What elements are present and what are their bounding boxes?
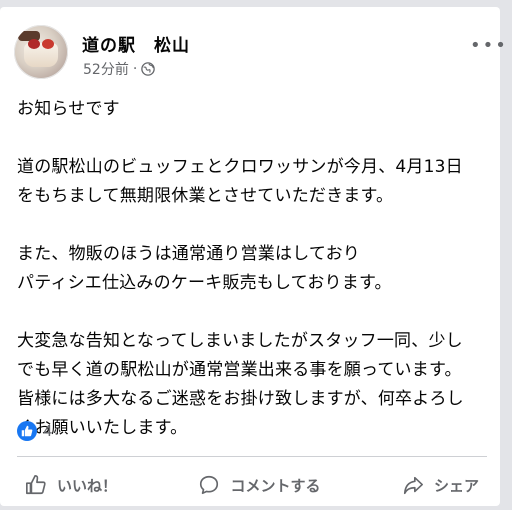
post-paragraph: お知らせです [17,99,120,119]
comment-icon [198,474,220,496]
post-body: お知らせです 道の駅松山のビュッフェとクロワッサンが今月、4月13日 をもちまし… [17,95,487,443]
action-bar: いいね！ コメントする シェア [17,465,487,505]
post-paragraph [17,298,487,327]
post-paragraph: 道の駅松山のビュッフェとクロワッサンが今月、4月13日 をもちまして無期限休業と… [17,157,463,206]
like-button[interactable]: いいね！ [17,470,125,500]
post-paragraph [17,211,487,240]
divider [17,456,487,457]
more-icon[interactable]: ••• [470,37,508,55]
post-time[interactable]: 52分前 [83,59,129,79]
post-paragraph: 大変急な告知となってしまいましたがスタッフ一同、少し でも早く道の駅松山が通常営… [17,331,464,438]
post-meta: 52分前 · [83,59,156,79]
post-paragraph: また、物販のほうは通常通り営業はしており パティシエ仕込みのケーキ販売もしており… [17,244,392,293]
post-paragraph [17,124,487,153]
avatar[interactable] [14,25,68,79]
comment-label: コメントする [230,476,321,495]
like-reaction-icon [17,421,37,441]
globe-icon [141,62,156,76]
share-label: シェア [433,476,479,495]
like-label: いいね！ [57,476,118,495]
reaction-summary[interactable]: 4 [17,421,53,441]
page-name[interactable]: 道の駅 松山 [82,31,190,56]
reaction-count: 4 [43,422,53,440]
post-card: 道の駅 松山 52分前 · ••• お知らせです 道の駅松山のビュッフェとクロワ… [0,7,506,506]
share-icon [402,474,424,496]
thumbs-up-icon [25,474,47,496]
comment-button[interactable]: コメントする [190,470,328,500]
meta-separator: · [132,61,138,77]
share-button[interactable]: シェア [394,470,487,500]
